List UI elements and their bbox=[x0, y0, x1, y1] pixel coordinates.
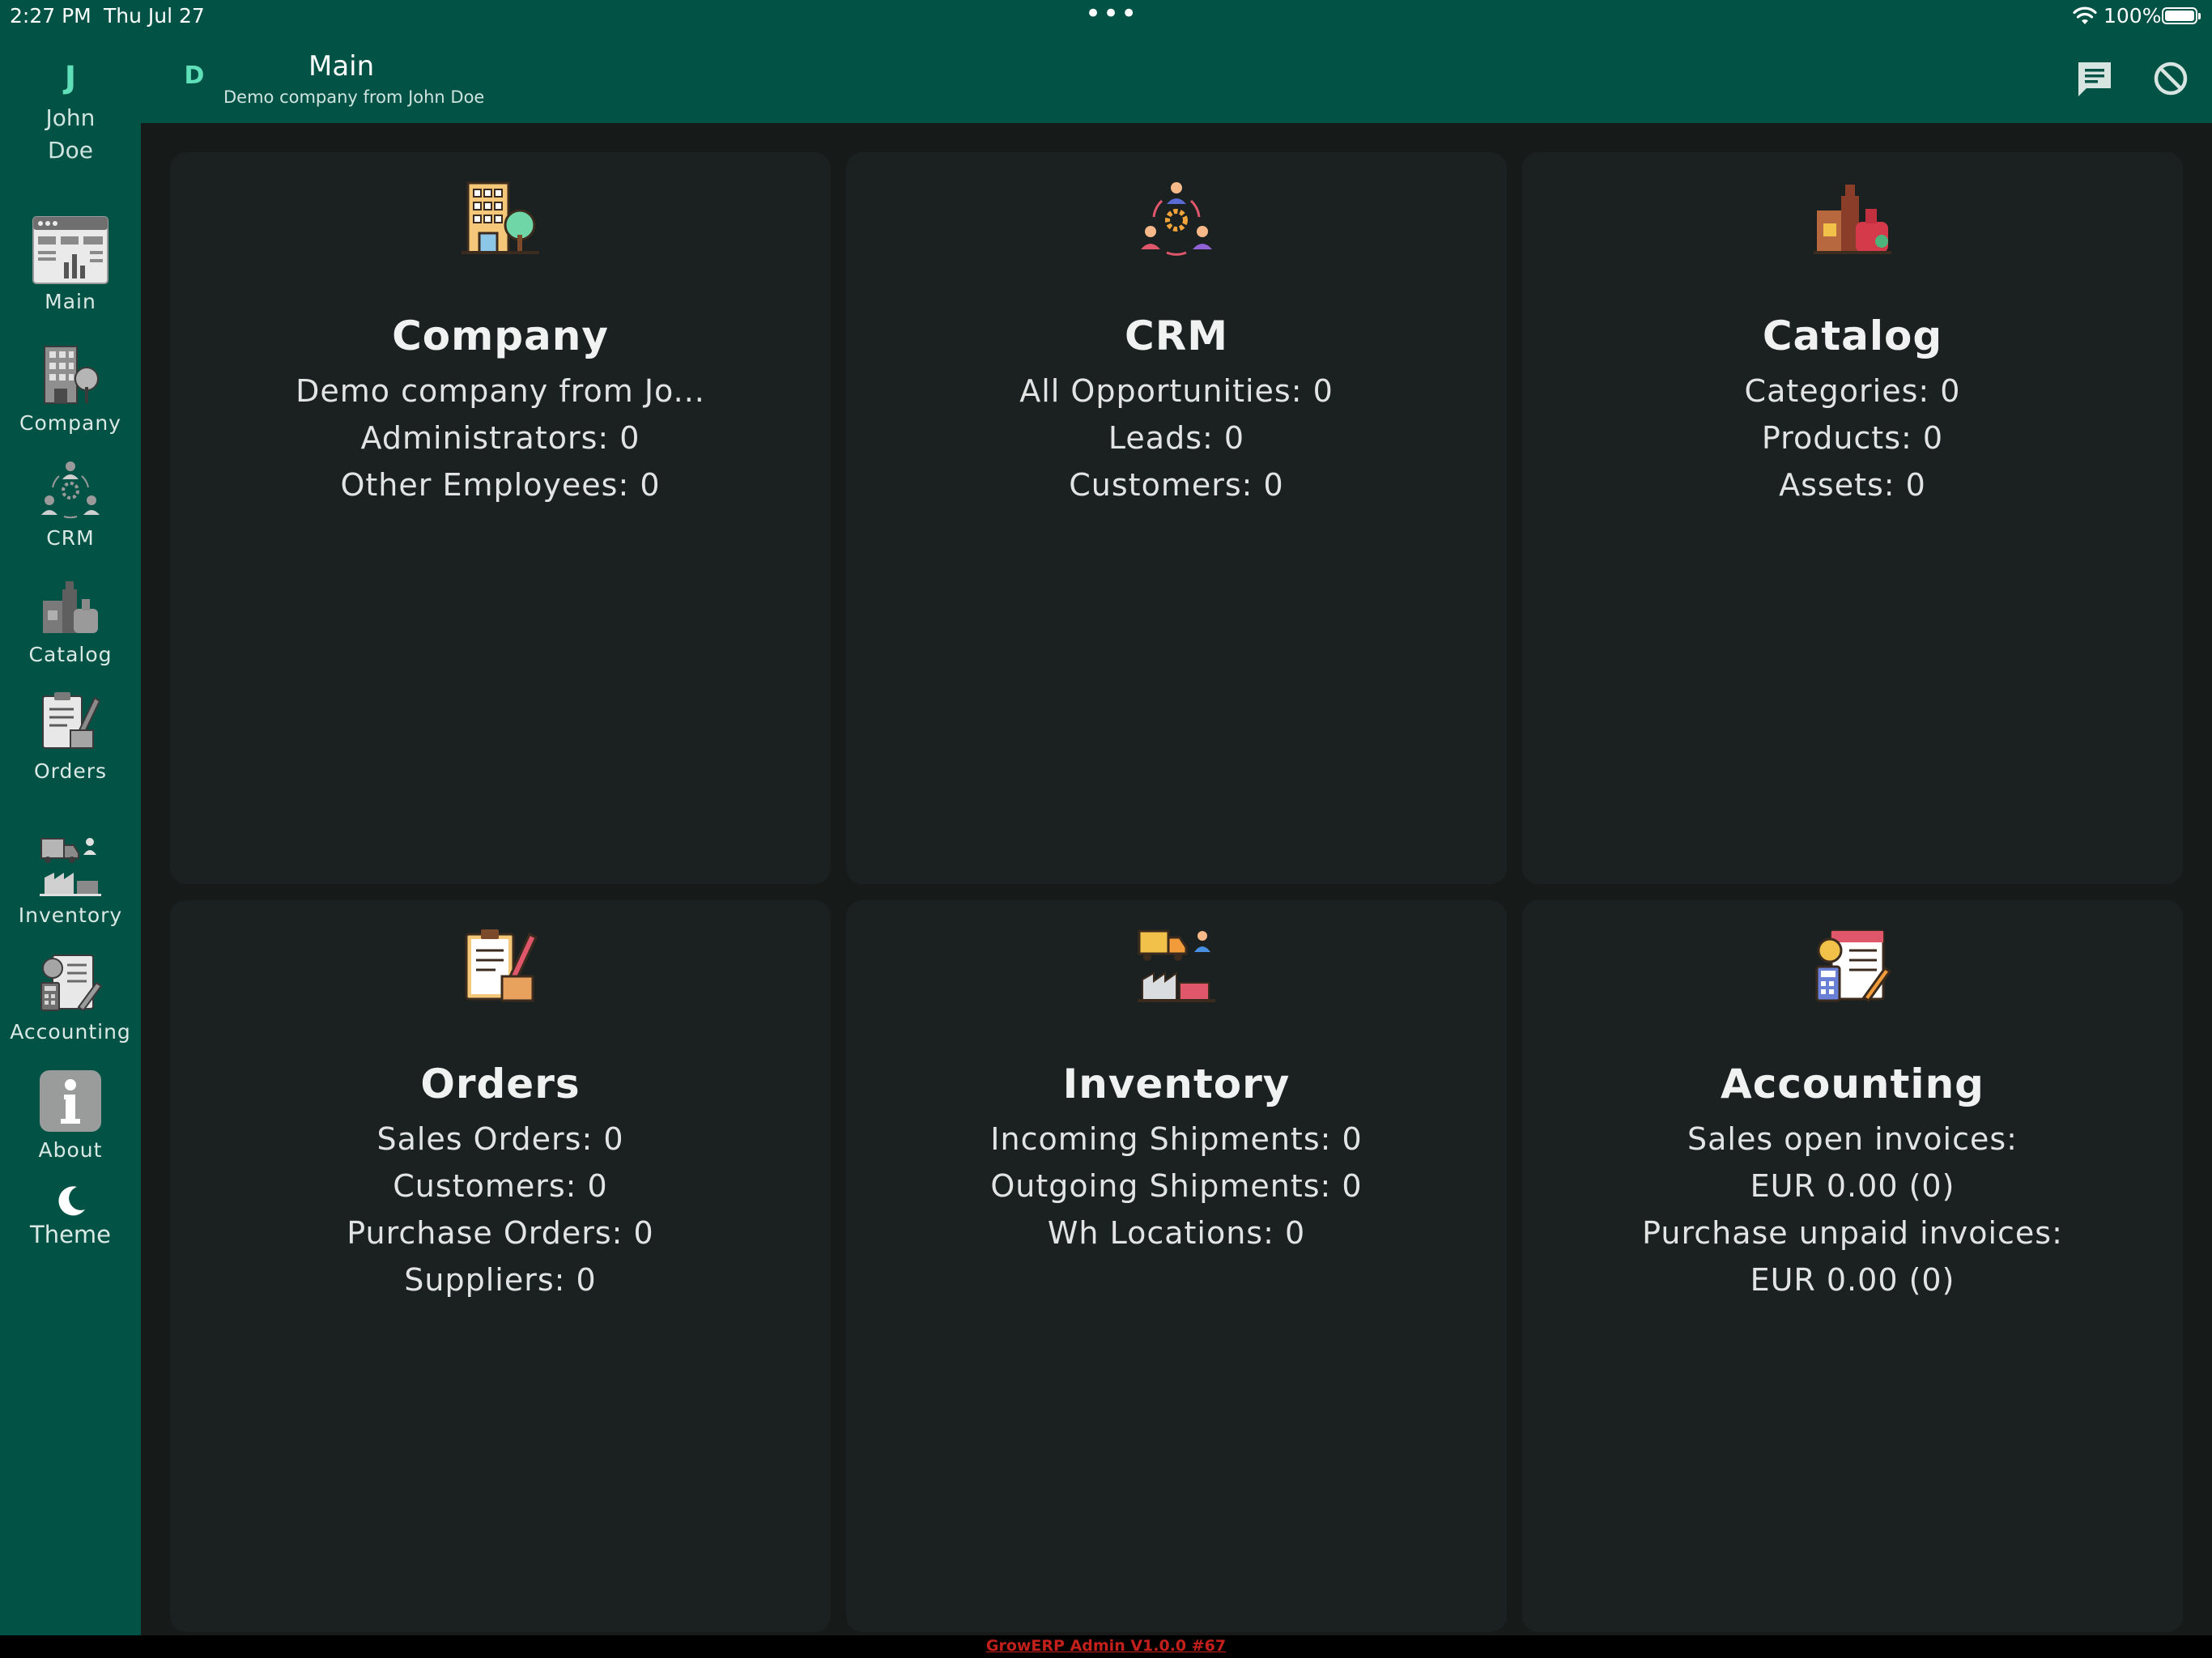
user-last-name: Doe bbox=[48, 137, 93, 164]
card-line: Other Employees: 0 bbox=[340, 467, 661, 503]
navigation-rail: J John Doe Main Company CRM Catalog Orde… bbox=[0, 34, 141, 1635]
card-line: Leads: 0 bbox=[1108, 420, 1245, 456]
card-company[interactable]: Company Demo company from Jo... Administ… bbox=[170, 152, 831, 884]
card-inventory[interactable]: Inventory Incoming Shipments: 0 Outgoing… bbox=[846, 900, 1507, 1632]
card-line: EUR 0.00 (0) bbox=[1750, 1262, 1955, 1298]
card-line: Categories: 0 bbox=[1744, 373, 1961, 409]
card-line: Administrators: 0 bbox=[360, 420, 640, 456]
status-date: Thu Jul 27 bbox=[104, 4, 205, 28]
battery-percent: 100% bbox=[2104, 4, 2162, 28]
card-line: Sales open invoices: bbox=[1687, 1121, 2018, 1157]
status-time: 2:27 PM bbox=[10, 4, 91, 28]
info-icon bbox=[40, 1070, 101, 1132]
people-network-icon bbox=[1141, 182, 1212, 256]
wifi-icon bbox=[2073, 6, 2097, 24]
card-line: Customers: 0 bbox=[1069, 467, 1284, 503]
people-network-icon bbox=[41, 461, 100, 519]
rail-item-inventory[interactable]: Inventory bbox=[0, 834, 141, 927]
card-catalog[interactable]: Catalog Categories: 0 Products: 0 Assets… bbox=[1522, 152, 2183, 884]
app-version-link[interactable]: GrowERP Admin V1.0.0 #67 bbox=[0, 1637, 2212, 1655]
rail-item-catalog[interactable]: Catalog bbox=[0, 573, 141, 666]
moon-icon bbox=[58, 1186, 85, 1216]
card-line: Demo company from Jo... bbox=[296, 373, 705, 409]
products-icon bbox=[43, 581, 98, 633]
status-bar: 2:27 PM Thu Jul 27 ••• 100% bbox=[0, 0, 2212, 34]
chat-icon[interactable] bbox=[2073, 57, 2116, 100]
card-line: Products: 0 bbox=[1761, 420, 1944, 456]
footer-bar: GrowERP Admin V1.0.0 #67 bbox=[0, 1635, 2212, 1658]
card-title: Company bbox=[392, 312, 609, 359]
rail-item-label: Orders bbox=[33, 759, 108, 783]
building-icon bbox=[462, 181, 539, 254]
card-line: Customers: 0 bbox=[393, 1168, 608, 1204]
truck-warehouse-icon bbox=[1138, 929, 1215, 1002]
rail-item-label: About bbox=[38, 1138, 103, 1162]
dashboard-content: Company Demo company from Jo... Administ… bbox=[141, 123, 2212, 1635]
user-avatar[interactable]: J bbox=[0, 60, 141, 96]
order-clipboard-icon bbox=[42, 692, 101, 749]
building-icon bbox=[44, 346, 99, 404]
card-accounting[interactable]: Accounting Sales open invoices: EUR 0.00… bbox=[1522, 900, 2183, 1632]
rail-item-label: CRM bbox=[46, 526, 95, 550]
battery-fill bbox=[2165, 11, 2194, 21]
card-line: EUR 0.00 (0) bbox=[1750, 1168, 1955, 1204]
rail-item-about[interactable]: About bbox=[0, 1069, 141, 1162]
card-orders[interactable]: Orders Sales Orders: 0 Customers: 0 Purc… bbox=[170, 900, 831, 1632]
card-title: Catalog bbox=[1762, 312, 1943, 359]
card-line: Purchase unpaid invoices: bbox=[1642, 1215, 2063, 1251]
card-line: Assets: 0 bbox=[1779, 467, 1926, 503]
truck-warehouse-icon bbox=[40, 838, 101, 896]
battery-icon bbox=[2162, 7, 2201, 24]
card-crm[interactable]: CRM All Opportunities: 0 Leads: 0 Custom… bbox=[846, 152, 1507, 884]
logout-block-icon[interactable] bbox=[2149, 57, 2193, 100]
card-line: Suppliers: 0 bbox=[404, 1262, 597, 1298]
card-title: Orders bbox=[420, 1061, 581, 1107]
rail-item-label: Accounting bbox=[10, 1020, 131, 1044]
invoice-calculator-icon bbox=[40, 954, 103, 1012]
invoice-calculator-icon bbox=[1815, 929, 1892, 1003]
rail-item-accounting[interactable]: Accounting bbox=[0, 950, 141, 1044]
order-clipboard-icon bbox=[465, 929, 538, 1002]
dashboard-icon bbox=[32, 216, 108, 284]
user-first-name: John bbox=[45, 104, 96, 131]
rail-item-label: Inventory bbox=[18, 903, 123, 927]
rail-item-theme[interactable]: Theme bbox=[0, 1184, 141, 1248]
rail-item-crm[interactable]: CRM bbox=[0, 457, 141, 550]
page-title: Main bbox=[308, 50, 375, 83]
card-line: Purchase Orders: 0 bbox=[347, 1215, 654, 1251]
card-line: All Opportunities: 0 bbox=[1019, 373, 1334, 409]
products-icon bbox=[1814, 185, 1891, 254]
rail-item-orders[interactable]: Orders bbox=[0, 690, 141, 783]
rail-item-main[interactable]: Main bbox=[0, 215, 141, 313]
multitasking-dots[interactable]: ••• bbox=[1085, 0, 1138, 28]
rail-item-company[interactable]: Company bbox=[0, 342, 141, 435]
card-title: Accounting bbox=[1721, 1061, 1984, 1107]
rail-item-label: Company bbox=[19, 411, 121, 435]
card-line: Outgoing Shipments: 0 bbox=[990, 1168, 1363, 1204]
card-title: CRM bbox=[1125, 312, 1228, 359]
rail-item-label: Theme bbox=[29, 1221, 112, 1248]
card-title: Inventory bbox=[1062, 1061, 1291, 1107]
card-line: Wh Locations: 0 bbox=[1047, 1215, 1306, 1251]
card-line: Incoming Shipments: 0 bbox=[990, 1121, 1363, 1157]
page-subtitle: Demo company from John Doe bbox=[223, 87, 485, 107]
user-name[interactable]: John Doe bbox=[0, 102, 141, 167]
card-line: Sales Orders: 0 bbox=[376, 1121, 624, 1157]
company-avatar[interactable]: D bbox=[178, 62, 211, 90]
rail-item-label: Catalog bbox=[28, 643, 113, 666]
app-bar: D Main Demo company from John Doe bbox=[141, 34, 2212, 123]
rail-item-label: Main bbox=[45, 290, 96, 313]
